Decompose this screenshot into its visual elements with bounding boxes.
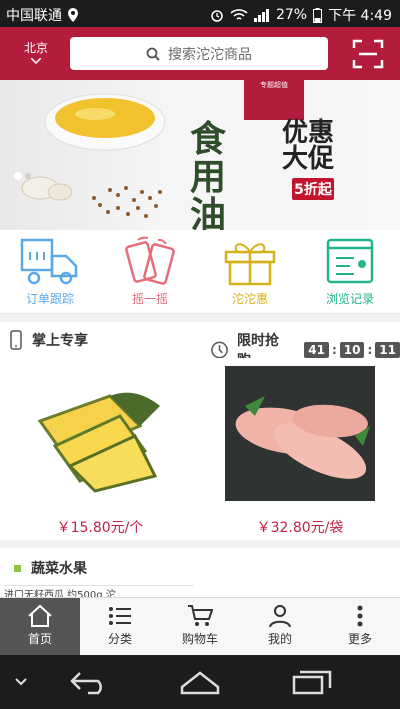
- tab-label: 购物车: [181, 632, 218, 646]
- mobile-exclusive-title: 掌上专享: [32, 333, 88, 349]
- tab-label: 更多: [347, 632, 372, 646]
- product-price: ￥32.80元/袋: [256, 520, 344, 536]
- quick-link-label: 订单跟踪: [25, 292, 74, 306]
- tab-label: 我的: [267, 632, 292, 646]
- watermelon-image: [37, 392, 160, 493]
- search-placeholder: 搜索沱沱商品: [168, 46, 252, 63]
- shake-phone-icon: [125, 236, 175, 285]
- phone-icon: [10, 330, 22, 350]
- tab-home[interactable]: 首页: [0, 598, 80, 656]
- product-card-chicken-breast[interactable]: ￥32.80元/袋: [200, 366, 400, 537]
- banner-headline-right: 优惠大促: [282, 118, 335, 174]
- signal-icon: [253, 9, 269, 22]
- system-nav-bar: [0, 655, 400, 709]
- location-icon: [68, 8, 78, 22]
- quick-link-shake[interactable]: 摇一摇: [100, 236, 200, 307]
- countdown-timer: 41 : 10 : 11: [304, 342, 400, 358]
- tab-label: 首页: [27, 632, 52, 646]
- search-input[interactable]: 搜索沱沱商品: [70, 37, 328, 70]
- bottom-tab-bar: 首页 分类 购物车 我的 更多: [0, 597, 400, 656]
- quick-link-history[interactable]: 浏览记录: [300, 236, 400, 307]
- wifi-icon: [230, 9, 248, 20]
- battery-icon: [313, 7, 323, 23]
- category-icon: [109, 607, 131, 625]
- city-selector[interactable]: 北京: [16, 39, 56, 64]
- tab-label: 分类: [107, 632, 132, 646]
- city-label: 北京: [23, 41, 48, 55]
- quick-link-label: 摇一摇: [131, 292, 168, 306]
- quick-link-order-tracking[interactable]: 订单跟踪: [0, 236, 100, 307]
- chevron-down-icon[interactable]: [14, 677, 28, 687]
- tab-more[interactable]: 更多: [320, 598, 400, 656]
- product-card-watermelon[interactable]: ￥15.80元/个: [0, 366, 200, 537]
- timer-hours: 41: [304, 342, 329, 358]
- section-marker: [14, 564, 21, 572]
- clock: 下午 4:49: [328, 8, 392, 24]
- product-price: ￥15.80元/个: [56, 520, 144, 536]
- alarm-icon: [211, 10, 223, 22]
- delivery-truck-icon: [20, 238, 78, 285]
- banner-tag: 专题超值: [244, 80, 304, 120]
- back-icon[interactable]: [70, 669, 110, 695]
- more-icon: [357, 605, 363, 627]
- quick-link-tuotuo-hui[interactable]: 沱沱惠: [200, 236, 300, 307]
- carousel-dot-active[interactable]: [14, 172, 22, 180]
- featured-section-header: 掌上专享 限时抢购 41 : 10 : 11: [0, 322, 400, 369]
- veg-section-title: 蔬菜水果: [31, 561, 87, 577]
- discount-badge: 5折起: [292, 178, 334, 200]
- top-header: 北京 搜索沱沱商品: [0, 27, 400, 80]
- status-bar: 中国联通 27% 下午 4:49: [0, 0, 400, 27]
- cart-icon: [188, 605, 213, 626]
- home-icon: [28, 604, 52, 627]
- chicken-breast-image: [225, 366, 375, 501]
- tab-category[interactable]: 分类: [80, 598, 160, 656]
- quick-link-label: 浏览记录: [325, 292, 374, 306]
- gift-icon: [224, 243, 276, 286]
- home-nav-icon[interactable]: [180, 669, 220, 695]
- veg-section-header: 蔬菜水果: [14, 558, 87, 578]
- timer-minutes: 10: [339, 342, 365, 358]
- carrier-name: 中国联通: [6, 8, 62, 24]
- product-grid: ￥15.80元/个 ￥32.80元/袋: [0, 358, 400, 540]
- timer-seconds: 11: [375, 342, 400, 358]
- user-icon: [269, 605, 291, 628]
- recent-apps-icon[interactable]: [292, 669, 332, 695]
- battery-level: 27%: [275, 7, 308, 23]
- history-icon: [326, 238, 374, 284]
- tab-cart[interactable]: 购物车: [160, 598, 240, 656]
- promo-banner[interactable]: 专题超值 食用油 优惠大促 5折起: [0, 80, 400, 230]
- search-icon: [146, 47, 160, 61]
- tab-my[interactable]: 我的: [240, 598, 320, 656]
- clock-icon: [211, 341, 228, 359]
- mobile-exclusive-header[interactable]: 掌上专享: [10, 330, 88, 350]
- quick-links: 订单跟踪 摇一摇 沱沱惠 浏览记录: [0, 230, 400, 314]
- vegetable-fruit-section[interactable]: 蔬菜水果 进口无籽西瓜 约500g 沱: [0, 548, 400, 599]
- scan-icon[interactable]: [352, 39, 384, 69]
- carousel-dot[interactable]: [25, 173, 31, 179]
- chevron-down-icon: [31, 58, 41, 64]
- banner-headline-left: 食用油: [190, 118, 227, 230]
- quick-link-label: 沱沱惠: [231, 292, 268, 306]
